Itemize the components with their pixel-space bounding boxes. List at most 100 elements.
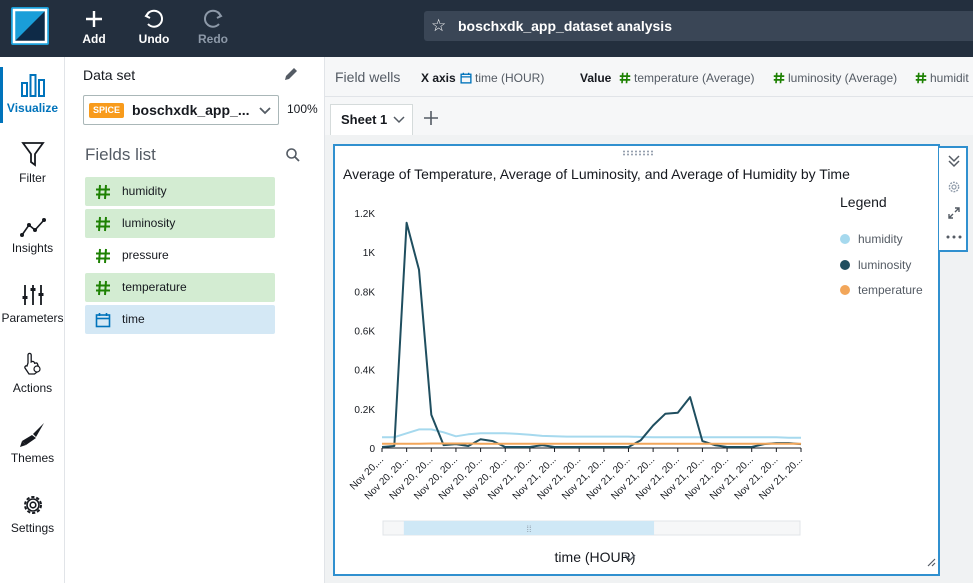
field-temperature[interactable]: temperature (85, 273, 275, 302)
well-field: temperature (Average) (634, 71, 755, 85)
tab-label: Sheet 1 (341, 112, 388, 127)
star-icon[interactable]: ☆ (431, 11, 446, 41)
field-luminosity[interactable]: luminosity (85, 209, 275, 238)
hash-icon (95, 177, 111, 206)
hash-icon (619, 72, 631, 84)
redo-icon (185, 6, 241, 32)
field-wells: Field wells X axis time (HOUR) Value tem… (325, 57, 973, 97)
filter-icon (0, 135, 65, 167)
tab-sheet-1[interactable]: Sheet 1 (330, 104, 413, 135)
fields-list-title: Fields list (85, 145, 156, 164)
expand-icon[interactable] (943, 202, 965, 224)
x-axis-title: time (HOUR) (555, 549, 636, 565)
y-tick-label: 1K (363, 248, 376, 259)
more-options-icon[interactable] (943, 226, 965, 248)
analysis-title-text: boschxdk_app_dataset analysis (458, 18, 672, 34)
field-name: luminosity (122, 216, 176, 230)
hash-icon (95, 273, 111, 302)
value-well-humidity[interactable]: humidit (915, 71, 969, 85)
value-well-luminosity[interactable]: luminosity (Average) (773, 71, 897, 85)
rail-label: Insights (11, 241, 54, 255)
field-pressure[interactable]: pressure (85, 241, 275, 270)
series-line-humidity (382, 428, 801, 439)
brush-icon (0, 415, 65, 447)
rail-settings[interactable]: Settings (0, 485, 65, 551)
rail-label: Parameters (1, 311, 64, 325)
top-bar: Add Undo Redo ☆ boschxdk_app_dataset ana… (0, 0, 973, 57)
rail-insights[interactable]: Insights (0, 205, 65, 271)
field-name: humidity (122, 184, 167, 198)
add-button[interactable]: Add (66, 6, 122, 50)
pencil-icon[interactable] (283, 66, 299, 87)
legend-swatch (840, 285, 850, 295)
well-field: time (HOUR) (475, 71, 545, 85)
sheet-tabs: Sheet 1 (325, 97, 973, 135)
pointer-gear-icon (0, 345, 65, 377)
plus-icon (66, 6, 122, 32)
rail-filter[interactable]: Filter (0, 135, 65, 201)
legend-item-humidity[interactable]: humidity (840, 232, 903, 246)
undo-button[interactable]: Undo (126, 6, 182, 50)
series-line-luminosity (381, 221, 802, 448)
line-chart-visual[interactable]: Average of Temperature, Average of Lumin… (333, 144, 940, 576)
hash-icon (773, 72, 785, 84)
legend-item-temperature[interactable]: temperature (840, 283, 923, 297)
legend-label: luminosity (858, 258, 912, 272)
field-name: time (122, 312, 145, 326)
rail-label: Settings (10, 521, 55, 535)
calendar-icon (460, 72, 472, 84)
analysis-title[interactable]: ☆ boschxdk_app_dataset analysis (424, 11, 973, 41)
x-axis-well-label: X axis (421, 71, 456, 85)
gear-icon (0, 485, 65, 517)
rail-label: Visualize (6, 101, 59, 115)
fields-panel: Data set SPICE boschxdk_app_... 100% Fie… (65, 57, 325, 583)
y-tick-label: 0 (369, 444, 375, 455)
rail-label: Filter (19, 171, 46, 185)
gear-icon[interactable] (943, 176, 965, 198)
redo-label: Redo (198, 32, 228, 46)
bar-chart-icon (0, 65, 65, 97)
visual-toolbar (938, 146, 968, 252)
quicksight-logo[interactable] (11, 7, 49, 45)
legend-label: temperature (858, 283, 923, 297)
y-tick-label: 1.2K (354, 209, 375, 220)
line-chart: 00.2K0.4K0.6K0.8K1K1.2KNov 20,...Nov 20,… (348, 209, 805, 565)
x-axis-well-value[interactable]: time (HOUR) (460, 71, 544, 85)
legend-label: humidity (858, 232, 903, 246)
dataset-label: Data set (83, 67, 136, 83)
field-time[interactable]: time (85, 305, 275, 334)
hash-icon (95, 241, 111, 270)
undo-label: Undo (138, 32, 170, 46)
dataset-name: boschxdk_app_... (132, 102, 250, 118)
well-field: humidit (930, 71, 969, 85)
field-name: pressure (122, 248, 169, 262)
collapse-chevrons-icon[interactable] (943, 150, 965, 172)
rail-label: Themes (10, 451, 55, 465)
y-tick-label: 0.2K (354, 405, 375, 416)
y-tick-label: 0.8K (354, 287, 375, 298)
redo-button[interactable]: Redo (185, 6, 241, 50)
rail-parameters[interactable]: Parameters (0, 275, 65, 341)
well-field: luminosity (Average) (788, 71, 898, 85)
insights-icon (0, 205, 65, 237)
scrollbar-grip-icon: ⁞⁞ (526, 524, 531, 534)
y-tick-label: 0.4K (354, 366, 375, 377)
dataset-select[interactable]: SPICE boschxdk_app_... (83, 95, 279, 125)
field-humidity[interactable]: humidity (85, 177, 275, 206)
rail-label: Actions (12, 381, 53, 395)
calendar-icon (95, 305, 111, 334)
add-sheet-icon[interactable] (420, 107, 442, 129)
legend-title: Legend (840, 194, 887, 210)
rail-themes[interactable]: Themes (0, 415, 65, 481)
search-icon[interactable] (286, 148, 300, 167)
legend-swatch (840, 234, 850, 244)
value-well-temperature[interactable]: temperature (Average) (619, 71, 755, 85)
resize-handle-icon[interactable] (926, 554, 936, 572)
legend-item-luminosity[interactable]: luminosity (840, 258, 911, 272)
spice-badge: SPICE (89, 103, 125, 118)
legend-swatch (840, 260, 850, 270)
field-wells-title[interactable]: Field wells (335, 69, 400, 85)
rail-visualize[interactable]: Visualize (0, 65, 65, 131)
sliders-icon (0, 275, 65, 307)
rail-actions[interactable]: Actions (0, 345, 65, 411)
